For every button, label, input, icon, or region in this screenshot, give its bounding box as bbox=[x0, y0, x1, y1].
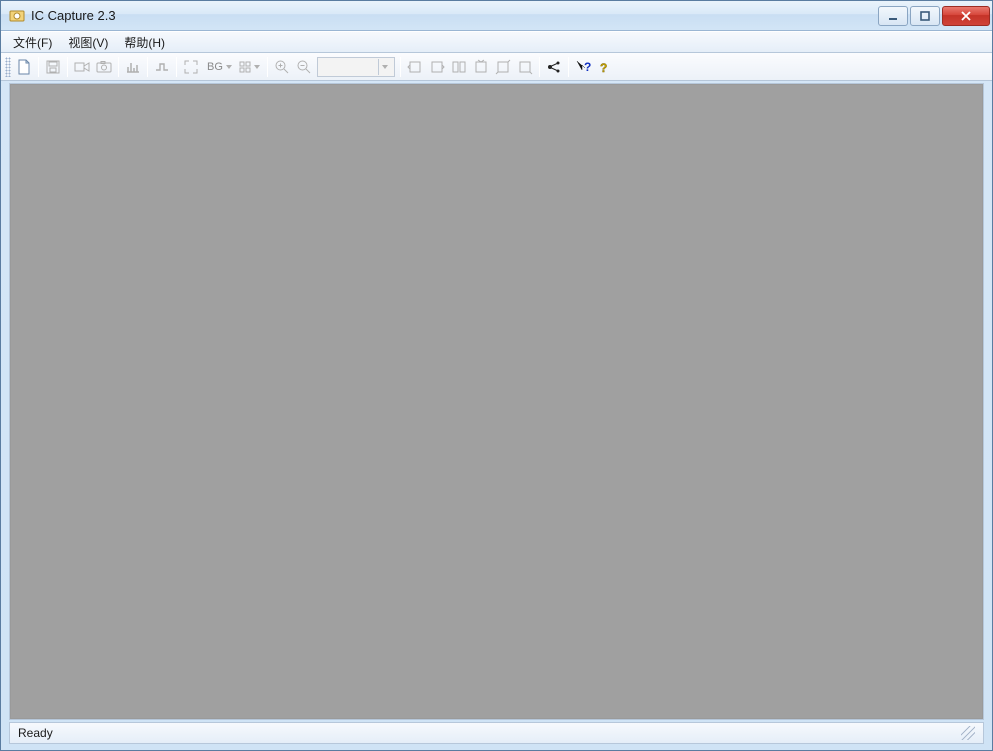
device-button[interactable] bbox=[543, 56, 565, 78]
zoom-out-button[interactable] bbox=[293, 56, 315, 78]
toolbar: BG bbox=[1, 53, 992, 81]
video-canvas bbox=[10, 84, 983, 719]
toolbar-separator bbox=[568, 57, 569, 77]
flip-h-button[interactable] bbox=[448, 56, 470, 78]
close-button[interactable] bbox=[942, 6, 990, 26]
toolbar-separator bbox=[267, 57, 268, 77]
zoom-combo[interactable] bbox=[317, 57, 395, 77]
toolbar-separator bbox=[118, 57, 119, 77]
titlebar: IC Capture 2.3 bbox=[1, 1, 992, 31]
context-help-button[interactable]: ? bbox=[572, 56, 594, 78]
resize-grip-icon[interactable] bbox=[961, 726, 975, 740]
bg-label: BG bbox=[205, 61, 225, 73]
toolbar-separator bbox=[38, 57, 39, 77]
toolbar-separator bbox=[176, 57, 177, 77]
window-title: IC Capture 2.3 bbox=[31, 8, 876, 23]
zoom-in-button[interactable] bbox=[271, 56, 293, 78]
menu-file[interactable]: 文件(F) bbox=[5, 32, 60, 53]
svg-text:?: ? bbox=[600, 61, 607, 75]
toolbar-separator bbox=[147, 57, 148, 77]
app-window: IC Capture 2.3 文件(F) 视图(V) 帮助(H) bbox=[0, 0, 993, 751]
statusbar: Ready bbox=[9, 722, 984, 744]
toolbar-separator bbox=[400, 57, 401, 77]
status-text: Ready bbox=[18, 726, 961, 740]
help-button[interactable]: ? bbox=[594, 56, 616, 78]
layout-button[interactable] bbox=[236, 56, 264, 78]
menu-view[interactable]: 视图(V) bbox=[60, 32, 116, 53]
background-button[interactable]: BG bbox=[202, 56, 236, 78]
toolbar-separator bbox=[67, 57, 68, 77]
fit-button[interactable] bbox=[180, 56, 202, 78]
minimize-button[interactable] bbox=[878, 6, 908, 26]
client-area bbox=[9, 83, 984, 720]
maximize-button[interactable] bbox=[910, 6, 940, 26]
snapshot-button[interactable] bbox=[93, 56, 115, 78]
flip-v-button[interactable] bbox=[470, 56, 492, 78]
rotate-ccw-button[interactable] bbox=[404, 56, 426, 78]
window-controls bbox=[876, 6, 990, 26]
save-button[interactable] bbox=[42, 56, 64, 78]
roi-button[interactable] bbox=[492, 56, 514, 78]
histogram-button[interactable] bbox=[122, 56, 144, 78]
video-button[interactable] bbox=[71, 56, 93, 78]
trigger-button[interactable] bbox=[151, 56, 173, 78]
app-icon bbox=[9, 8, 25, 24]
toolbar-grip bbox=[5, 57, 11, 77]
crop-button[interactable] bbox=[514, 56, 536, 78]
svg-text:?: ? bbox=[584, 60, 591, 74]
new-button[interactable] bbox=[13, 56, 35, 78]
menubar: 文件(F) 视图(V) 帮助(H) bbox=[1, 31, 992, 53]
menu-help[interactable]: 帮助(H) bbox=[116, 32, 173, 53]
toolbar-separator bbox=[539, 57, 540, 77]
rotate-cw-button[interactable] bbox=[426, 56, 448, 78]
chevron-down-icon bbox=[378, 59, 392, 75]
